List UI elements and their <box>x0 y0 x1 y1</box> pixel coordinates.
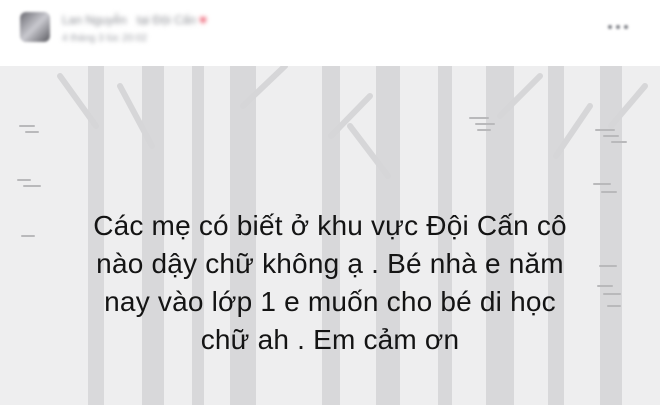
avatar[interactable] <box>20 12 50 42</box>
more-options-icon[interactable] <box>608 22 638 32</box>
post-text: Các mẹ có biết ở khu vực Đội Cấn cô nào … <box>0 207 660 359</box>
post-text-line: nào dậy chữ không ạ . Bé nhà e năm <box>96 248 564 279</box>
post-author-line[interactable]: Lan Nguyễn tại Đội Cấn ♥ <box>62 12 207 28</box>
heart-icon: ♥ <box>199 13 207 27</box>
author-name[interactable]: Lan Nguyễn <box>62 13 127 27</box>
post-text-line: Các mẹ có biết ở khu vực Đội Cấn cô <box>93 210 567 241</box>
post-timestamp[interactable]: 4 tháng 3 lúc 20:02 <box>62 32 147 46</box>
post-text-line: chữ ah . Em cảm ơn <box>200 324 460 355</box>
group-name[interactable]: tại Đội Cấn <box>137 13 196 27</box>
post-header: Lan Nguyễn tại Đội Cấn ♥ 4 tháng 3 lúc 2… <box>0 0 660 66</box>
post-text-line: nay vào lớp 1 e muốn cho bé di học <box>104 286 556 317</box>
